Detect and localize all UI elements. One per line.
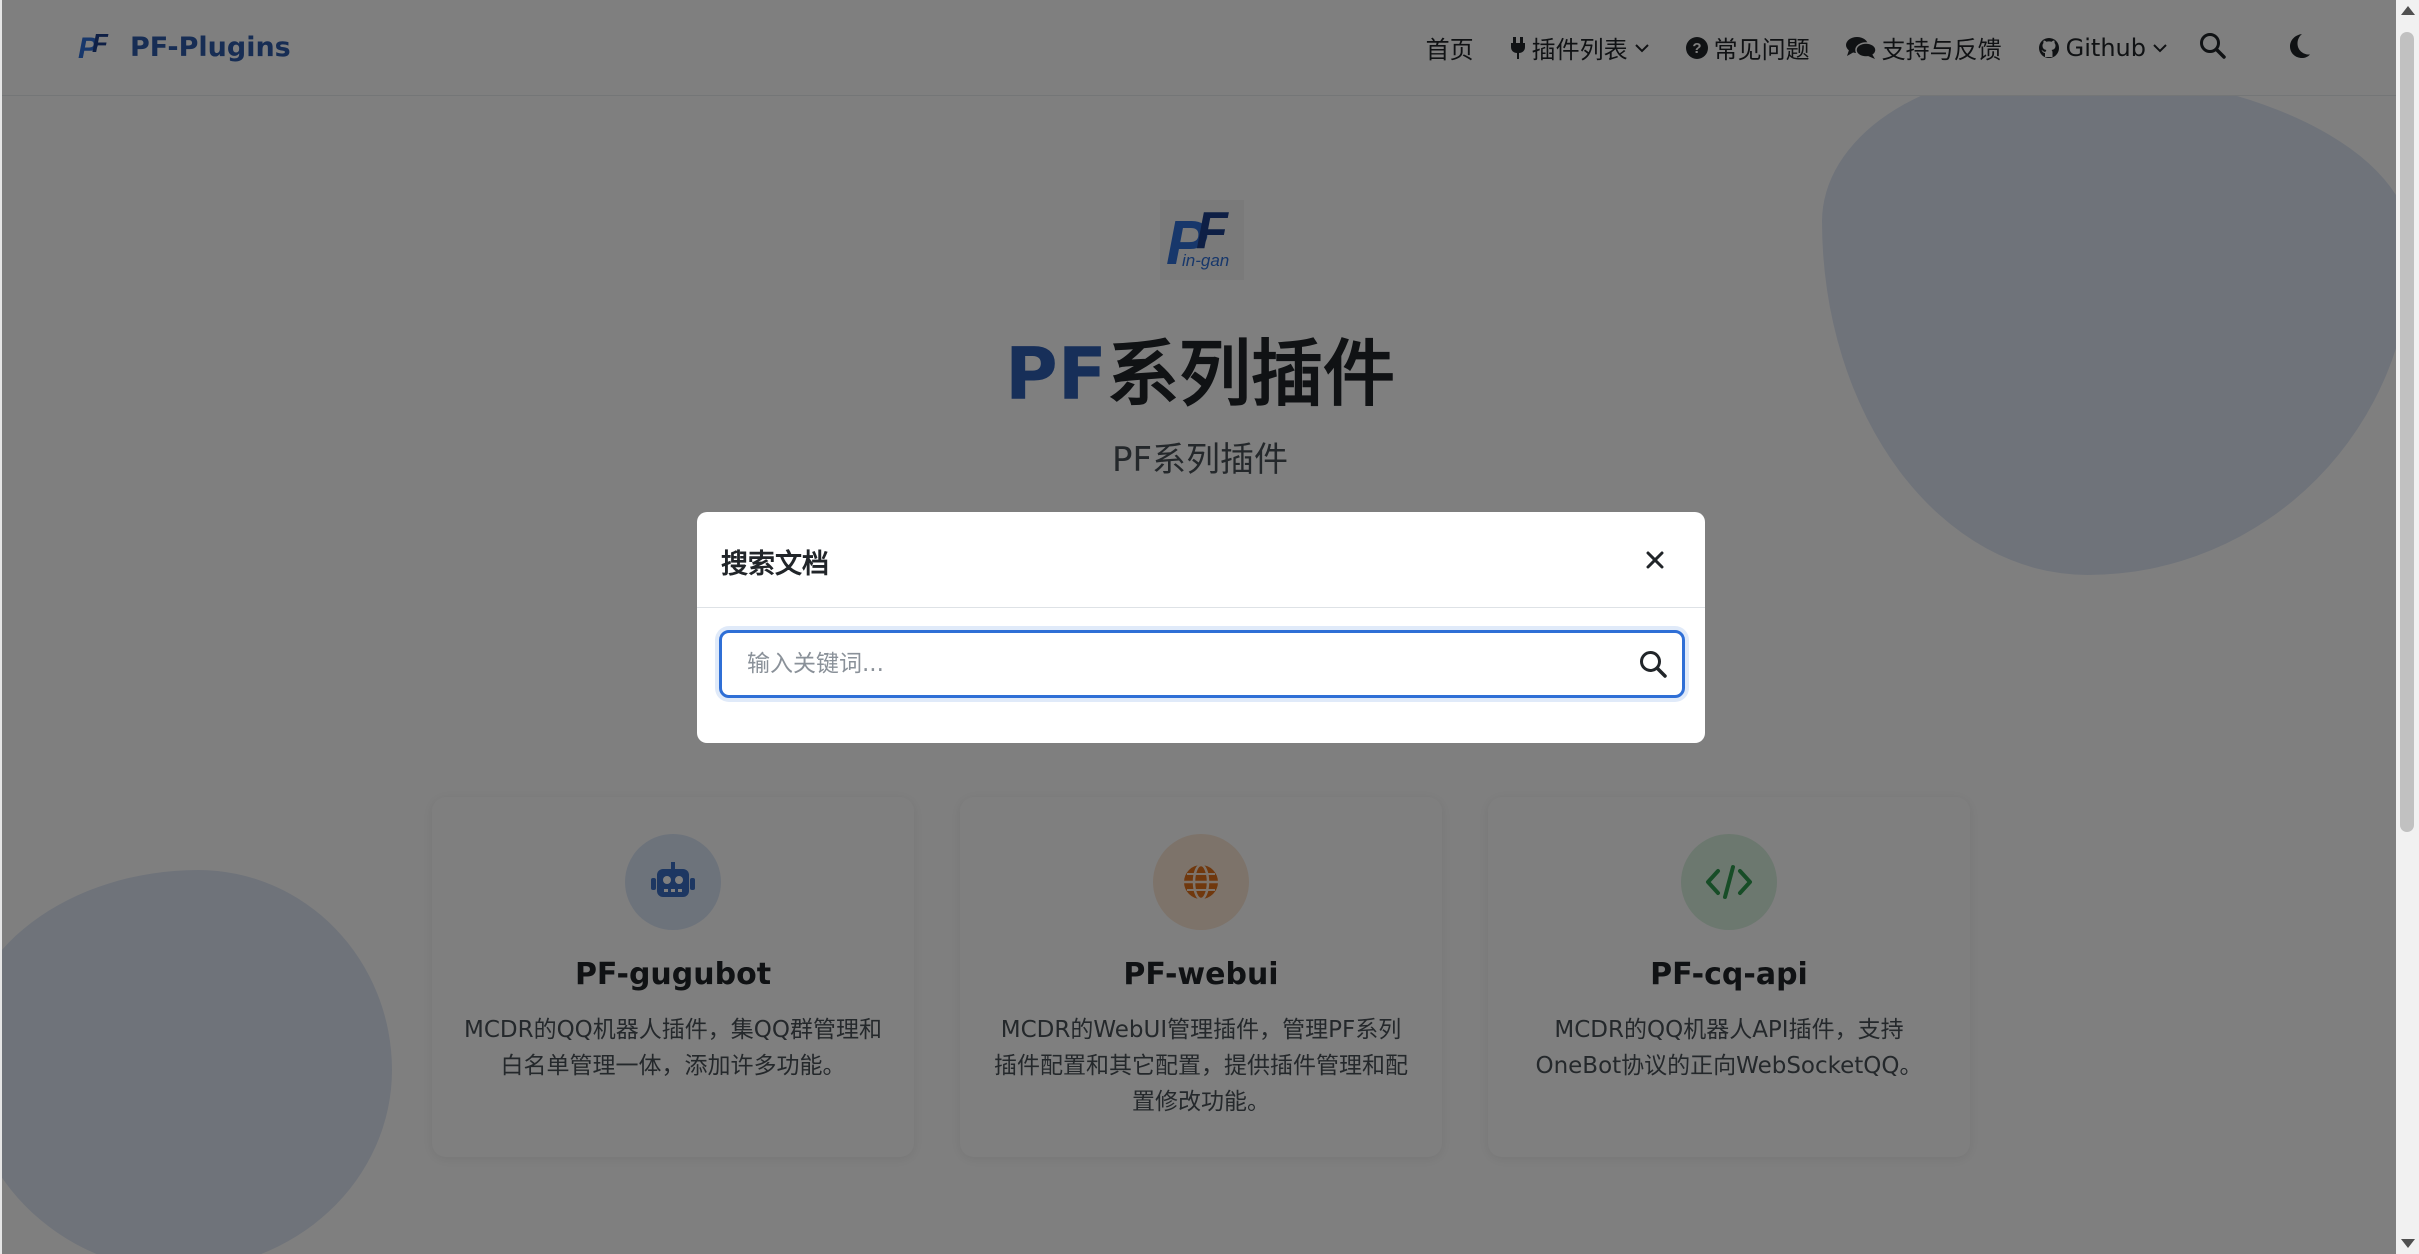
page: P F PF-Plugins 首页 插件列表	[0, 0, 2396, 1254]
scroll-down-arrow-icon[interactable]	[2401, 1239, 2415, 1248]
search-input[interactable]	[722, 633, 1622, 695]
modal-title: 搜索文档	[721, 549, 829, 580]
search-icon[interactable]	[1638, 649, 1668, 679]
scroll-up-arrow-icon[interactable]	[2401, 6, 2415, 15]
close-icon[interactable]	[1641, 546, 1669, 574]
modal-header: 搜索文档	[697, 512, 1705, 608]
search-modal: 搜索文档	[697, 512, 1705, 743]
page-scrollbar[interactable]	[2396, 0, 2419, 1254]
scrollbar-thumb[interactable]	[2400, 32, 2414, 832]
search-box	[719, 630, 1685, 698]
